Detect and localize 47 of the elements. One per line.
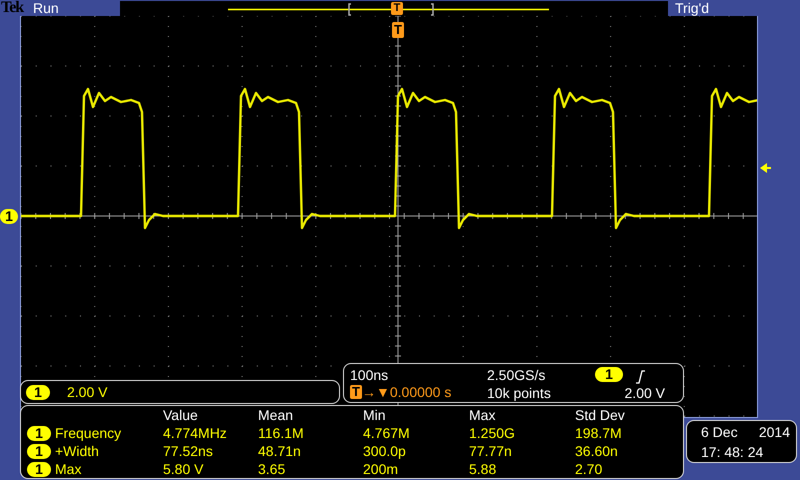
time-text: 17: 48: 24 [701,442,764,462]
column-header: Mean [258,406,294,424]
measurement-value: 116.1M [258,424,305,442]
channel-marker: 1 [0,209,18,224]
delay-value: 0.00000 s [390,382,452,402]
delay-arrow: →▼ [362,382,390,402]
time-per-division: 100ns [350,366,390,383]
trigger-level: 2.00 V [624,384,666,401]
brand-logo: Tek [0,0,25,16]
column-header: Std Dev [575,406,626,424]
trigger-position-marker: T [391,2,403,14]
column-header: Value [163,406,199,424]
measurement-value: 2.70 [575,460,604,478]
rising-slope-icon [635,370,645,384]
measurement-value: 4.774MHz [163,424,228,442]
trigger-level-arrow-icon [760,163,771,173]
measurement-value: 77.77n [469,442,513,460]
channel-badge: 1 [27,444,51,458]
trigger-status: Trig'd [674,0,710,16]
channel-badge: 1 [26,384,50,400]
measurement-value: 200m [363,460,400,478]
channel-badge: 1 [595,367,623,382]
measurement-value: 300.0p [363,442,407,460]
sample-rate: 2.50GS/s [487,366,546,383]
measurement-value: 5.80 V [163,460,204,478]
measurement-name: +Width [55,442,99,460]
column-header: Max [469,406,496,424]
measurement-value: 48.71n [258,442,302,460]
measurement-name: Max [55,460,82,478]
channel-badge: 1 [27,426,51,440]
measurement-value: 36.60n [575,442,619,460]
measurement-value: 77.52ns [163,442,214,460]
trigger-position-marker: T [392,22,404,38]
year-text: 2014 [758,423,790,442]
date-text: 6 Dec [701,423,739,442]
measurement-value: 1.250G [469,424,516,442]
measurement-value: 5.88 [469,460,498,478]
measurement-value: 4.767M [363,424,411,442]
column-header: Min [363,406,387,424]
channel-badge: 1 [27,462,51,476]
measurement-value: 198.7M [575,424,623,442]
record-length: 10k points [487,384,552,401]
run-status: Run [33,0,60,16]
scale-value: 2.00 V [67,382,108,402]
trigger-badge: T [350,385,362,399]
measurement-value: 3.65 [258,460,286,478]
measurement-name: Frequency [55,424,122,442]
